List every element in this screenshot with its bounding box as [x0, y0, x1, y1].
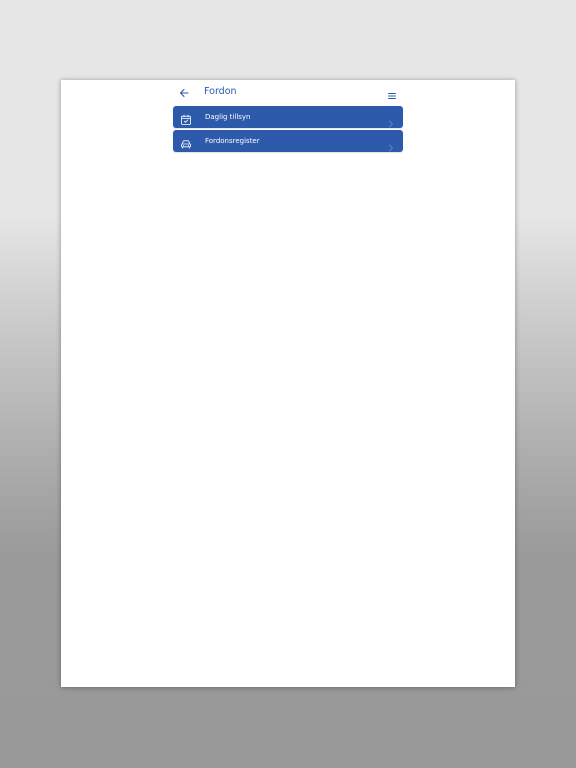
calendar-check-icon: [180, 111, 192, 125]
menu-button[interactable]: [387, 86, 397, 99]
menu-item-fordonsregister[interactable]: Fordonsregister: [173, 130, 403, 152]
menu-item-label: Fordonsregister: [205, 137, 260, 145]
app-header: Fordon: [173, 80, 403, 104]
hamburger-menu-icon: [388, 93, 396, 99]
car-icon: [180, 135, 192, 149]
arrow-left-icon: [179, 88, 189, 98]
menu-list: Daglig tillsyn Fordonsregister: [173, 106, 403, 154]
page-title: Fordon: [204, 86, 237, 97]
menu-item-label: Daglig tillsyn: [205, 113, 251, 121]
app-screen: Fordon Daglig tillsyn Fordonsregister: [61, 80, 515, 687]
chevron-right-icon: [388, 113, 394, 128]
back-button[interactable]: [177, 85, 191, 99]
menu-item-daglig-tillsyn[interactable]: Daglig tillsyn: [173, 106, 403, 128]
chevron-right-icon: [388, 137, 394, 152]
